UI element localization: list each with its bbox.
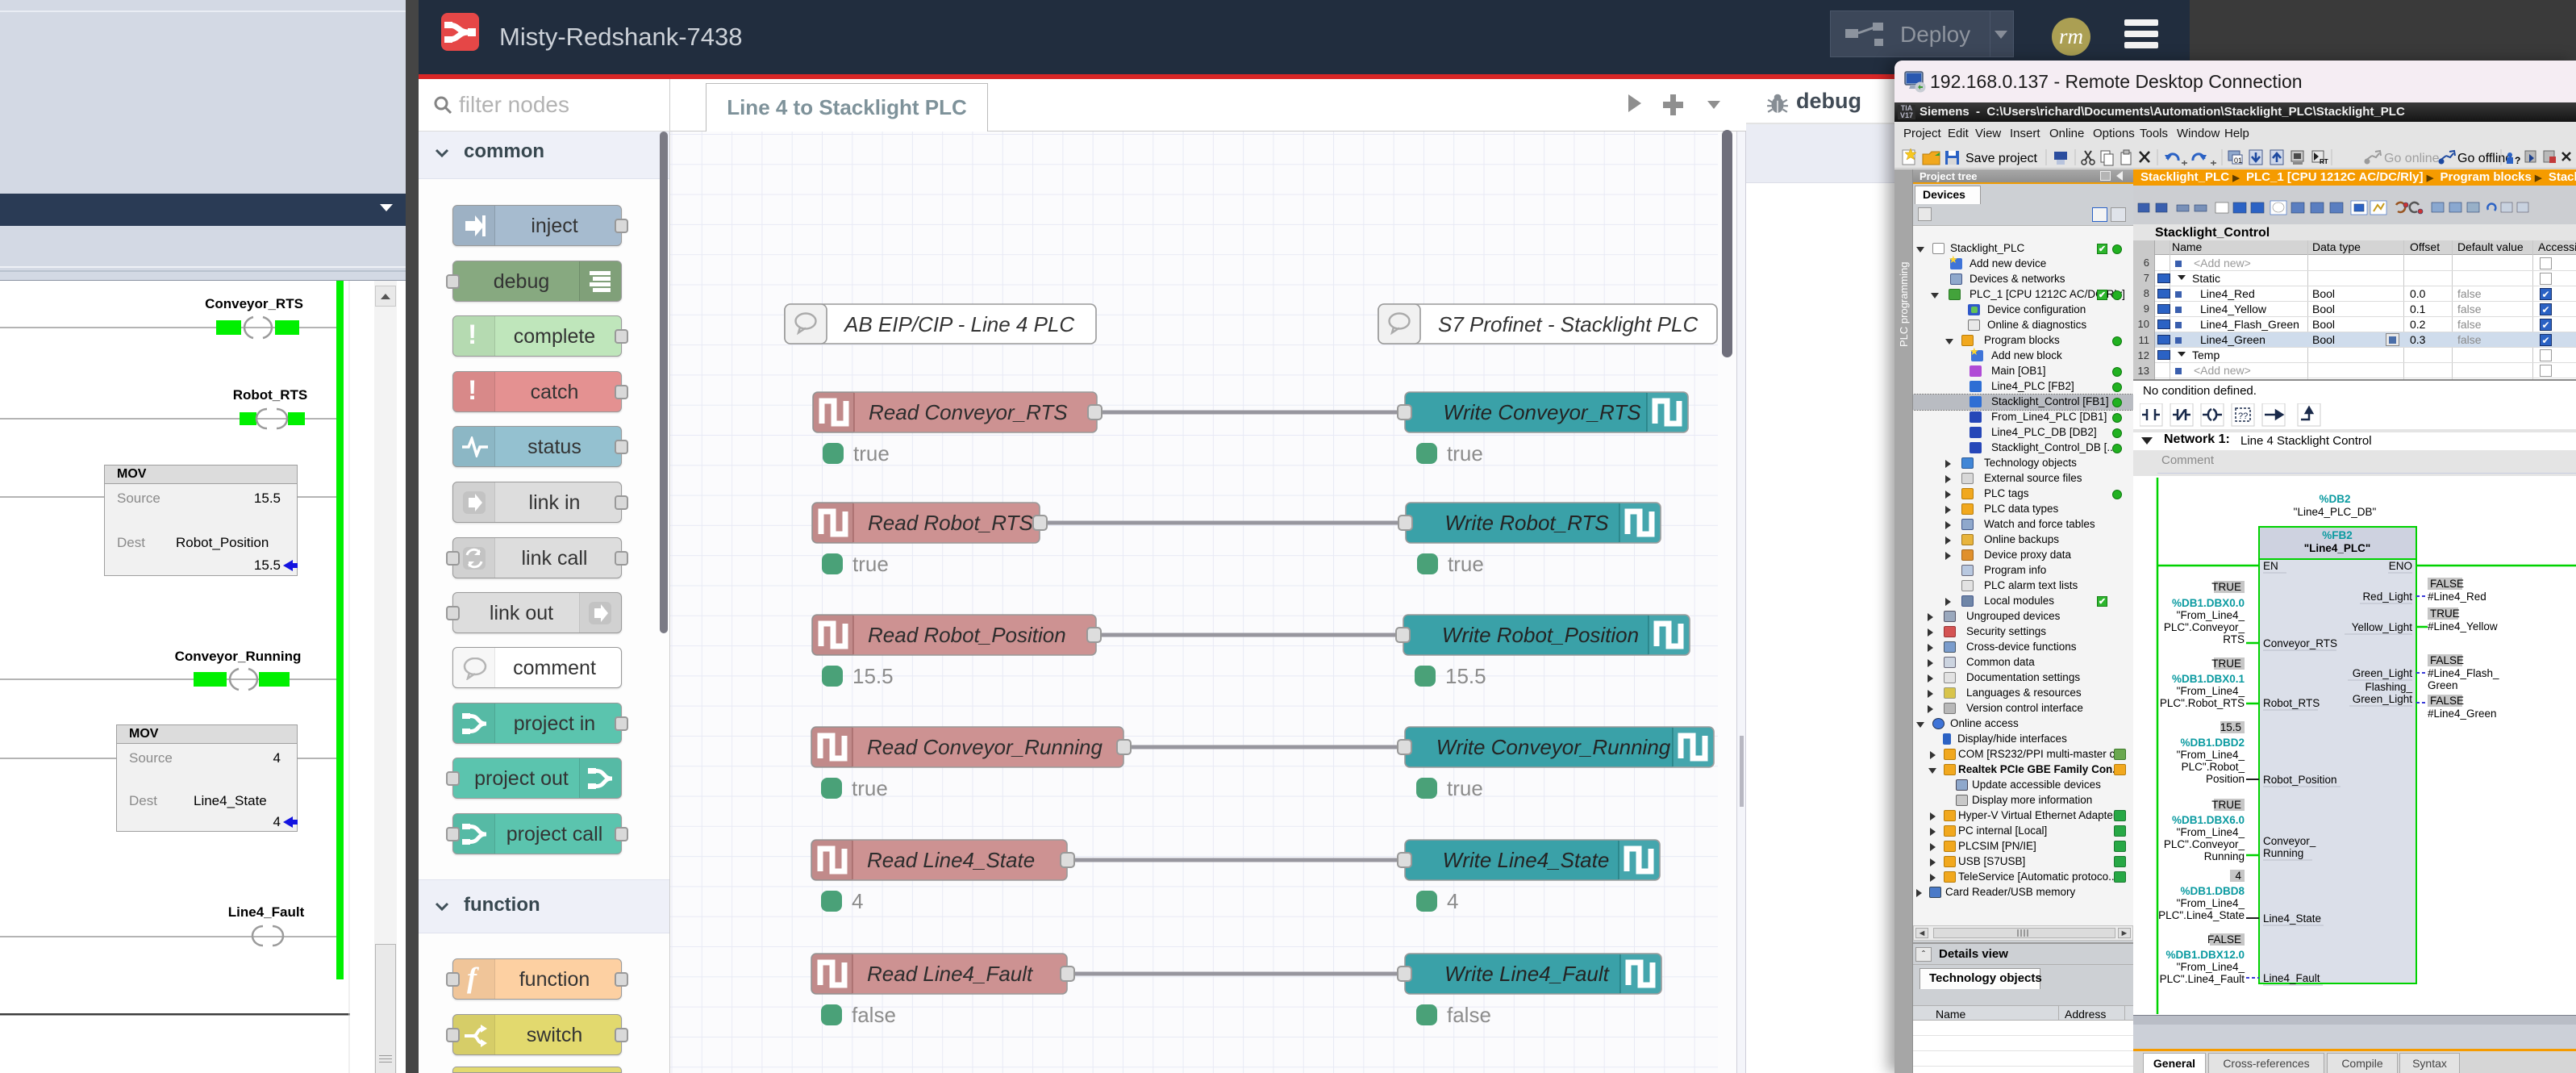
svg-text:Read Line4_Fault: Read Line4_Fault	[867, 962, 1034, 986]
svg-text:Running: Running	[2204, 850, 2245, 862]
svg-text:"Line4_PLC_DB": "Line4_PLC_DB"	[2294, 506, 2377, 518]
svg-text:Robot_Position: Robot_Position	[2263, 774, 2337, 786]
svg-text:Running: Running	[2263, 847, 2303, 859]
svg-text:%DB1.DBD2: %DB1.DBD2	[2180, 737, 2245, 749]
svg-text:Go offline: Go offline	[2457, 152, 2512, 165]
svg-text:Write Line4_State: Write Line4_State	[1443, 848, 1610, 872]
svg-text:Read Conveyor_Running: Read Conveyor_Running	[867, 735, 1103, 759]
svg-text:15.5: 15.5	[1445, 664, 1486, 688]
svg-text:FALSE: FALSE	[2430, 695, 2464, 707]
svg-text:Read Line4_State: Read Line4_State	[867, 848, 1035, 872]
svg-text:"Line4_PLC": "Line4_PLC"	[2304, 542, 2371, 554]
svg-text:Read Conveyor_RTS: Read Conveyor_RTS	[869, 400, 1068, 424]
svg-text:Conveyor_RTS: Conveyor_RTS	[2263, 637, 2337, 649]
svg-text:true: true	[1448, 552, 1484, 576]
svg-text:Write Robot_RTS: Write Robot_RTS	[1444, 511, 1609, 535]
svg-text:"From_Line4_: "From_Line4_	[2177, 749, 2245, 761]
svg-text:15.5: 15.5	[2220, 721, 2241, 733]
svg-text:4: 4	[2235, 870, 2241, 882]
svg-text:Red_Light: Red_Light	[2362, 591, 2412, 603]
svg-text:true: true	[1447, 776, 1483, 800]
svg-text:15.5: 15.5	[852, 664, 894, 688]
svg-text:PLC".Conveyor_: PLC".Conveyor_	[2164, 838, 2245, 850]
svg-text:Write Conveyor_Running: Write Conveyor_Running	[1436, 735, 1671, 759]
svg-text:4: 4	[852, 889, 863, 913]
svg-text:PLC".Robot_: PLC".Robot_	[2182, 761, 2245, 773]
svg-text:"From_Line4_: "From_Line4_	[2177, 961, 2245, 973]
svg-text:EN: EN	[2263, 560, 2278, 572]
svg-text:%DB2: %DB2	[2319, 493, 2350, 505]
svg-text:RTS: RTS	[2223, 633, 2245, 645]
svg-text:Line4_Fault: Line4_Fault	[2263, 972, 2320, 984]
svg-text:true: true	[1447, 441, 1483, 466]
svg-text:"From_Line4_: "From_Line4_	[2177, 826, 2245, 838]
svg-text:true: true	[852, 552, 889, 576]
svg-text:Flashing_: Flashing_	[2365, 681, 2412, 693]
svg-text:TRUE: TRUE	[2211, 799, 2241, 811]
svg-text:TRUE: TRUE	[2211, 658, 2241, 670]
svg-text:FALSE: FALSE	[2207, 933, 2241, 946]
svg-text:%DB1.DBD8: %DB1.DBD8	[2180, 885, 2245, 897]
svg-text:Position: Position	[2206, 773, 2245, 785]
svg-text:FALSE: FALSE	[2430, 654, 2464, 666]
svg-text:true: true	[852, 776, 888, 800]
svg-text:Line4_State: Line4_State	[2263, 912, 2321, 925]
svg-text:#Line4_Red: #Line4_Red	[2428, 591, 2486, 603]
svg-text:?: ?	[2515, 155, 2520, 166]
svg-text:true: true	[853, 441, 890, 466]
svg-text:Save project: Save project	[1965, 152, 2037, 165]
svg-text:"From_Line4_: "From_Line4_	[2177, 897, 2245, 909]
svg-text:TRUE: TRUE	[2430, 607, 2460, 620]
svg-text:Read Robot_Position: Read Robot_Position	[868, 623, 1066, 647]
svg-text:#Line4_Yellow: #Line4_Yellow	[2428, 620, 2498, 633]
svg-text:%DB1.DBX6.0: %DB1.DBX6.0	[2172, 814, 2245, 826]
svg-text:Write Robot_Position: Write Robot_Position	[1442, 623, 1639, 647]
svg-text:false: false	[852, 1003, 896, 1027]
svg-text:Robot_RTS: Robot_RTS	[2263, 697, 2320, 709]
svg-text:"From_Line4_: "From_Line4_	[2177, 685, 2245, 697]
svg-text:TRUE: TRUE	[2211, 581, 2241, 593]
svg-text:Conveyor_: Conveyor_	[2263, 835, 2316, 847]
svg-text:Green_Light: Green_Light	[2353, 667, 2413, 679]
svg-text:Yellow_Light: Yellow_Light	[2352, 621, 2413, 633]
svg-text:ENO: ENO	[2389, 560, 2412, 572]
svg-text:#Line4_Green: #Line4_Green	[2428, 708, 2497, 720]
svg-text:Write Conveyor_RTS: Write Conveyor_RTS	[1443, 400, 1641, 424]
svg-text:%DB1.DBX0.0: %DB1.DBX0.0	[2172, 597, 2245, 609]
svg-text:%FB2: %FB2	[2322, 529, 2353, 541]
svg-text:01: 01	[2234, 157, 2242, 165]
svg-text:Read Robot_RTS: Read Robot_RTS	[868, 511, 1033, 535]
svg-text:Green: Green	[2428, 679, 2458, 691]
svg-text:"From_Line4_: "From_Line4_	[2177, 609, 2245, 621]
svg-text:Go online: Go online	[2384, 152, 2440, 165]
svg-text:PLC".Conveyor_: PLC".Conveyor_	[2164, 621, 2245, 633]
svg-text:Green_Light: Green_Light	[2353, 693, 2413, 705]
svg-text:false: false	[1447, 1003, 1491, 1027]
svg-text:FALSE: FALSE	[2430, 578, 2464, 590]
svg-text:#Line4_Flash_: #Line4_Flash_	[2428, 667, 2499, 679]
svg-text:4: 4	[1447, 889, 1458, 913]
svg-text:%DB1.DBX12.0: %DB1.DBX12.0	[2165, 949, 2245, 961]
svg-text:S7 Profinet - Stacklight PLC: S7 Profinet - Stacklight PLC	[1438, 312, 1698, 336]
svg-text:PLC".Line4_Fault: PLC".Line4_Fault	[2160, 973, 2245, 985]
svg-text:AB EIP/CIP - Line 4 PLC: AB EIP/CIP - Line 4 PLC	[843, 312, 1074, 336]
svg-text:PLC".Line4_State: PLC".Line4_State	[2158, 909, 2245, 921]
svg-text:RT: RT	[2320, 158, 2328, 165]
svg-text:Write Line4_Fault: Write Line4_Fault	[1444, 962, 1611, 986]
svg-text:PLC".Robot_RTS: PLC".Robot_RTS	[2160, 697, 2245, 709]
svg-text:%DB1.DBX0.1: %DB1.DBX0.1	[2172, 673, 2245, 685]
svg-text:??: ??	[2238, 411, 2248, 421]
